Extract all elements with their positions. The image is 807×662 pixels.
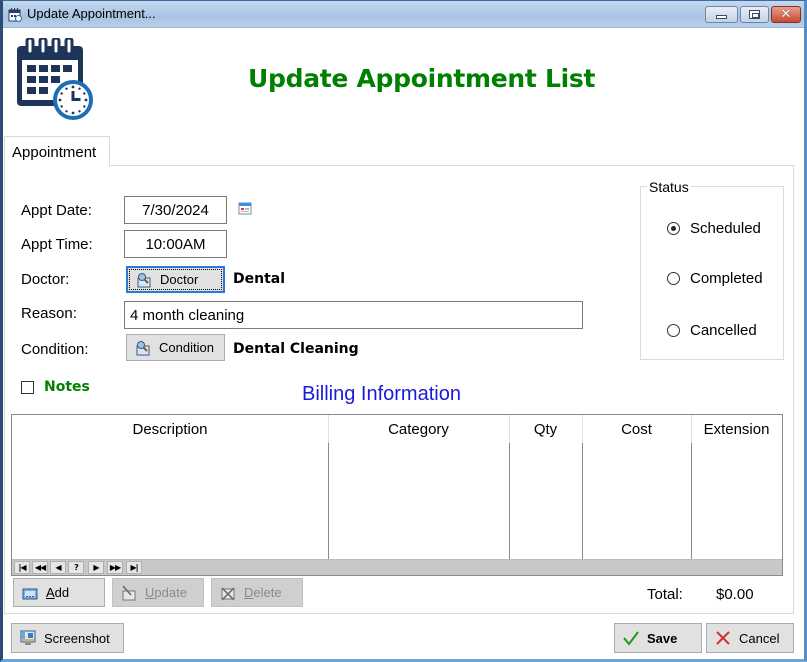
nav-first-button[interactable]: |◀ — [14, 561, 30, 574]
calendar-clock-icon — [17, 38, 93, 120]
page-title: Update Appointment List — [248, 64, 596, 93]
question-icon: ? — [74, 563, 79, 572]
doctor-value: Dental — [233, 271, 286, 287]
prev-icon: ◀ — [55, 563, 61, 572]
nav-last-button[interactable]: ▶| — [126, 561, 142, 574]
reason-input[interactable]: 4 month cleaning — [124, 301, 583, 329]
add-button[interactable]: Add — [13, 578, 105, 607]
reason-label: Reason: — [21, 305, 77, 322]
next-icon: ▶ — [93, 563, 99, 572]
total-value: $0.00 — [716, 586, 754, 603]
billing-title: Billing Information — [302, 383, 461, 405]
grid-navigator: |◀ ◀◀ ◀ ? ▶ ▶▶ ▶| — [12, 559, 782, 575]
appt-date-field[interactable]: 7/30/2024 — [124, 196, 227, 224]
doctor-label: Doctor: — [21, 271, 70, 288]
nav-next-button[interactable]: ▶ — [88, 561, 104, 574]
cancel-button[interactable]: Cancel — [706, 623, 794, 653]
save-button[interactable]: Save — [614, 623, 702, 653]
update-button-label: Update — [145, 585, 187, 600]
calendar-icon — [8, 8, 22, 22]
date-picker-icon[interactable] — [238, 201, 252, 215]
tab-appointment-label: Appointment — [12, 144, 97, 161]
delete-button[interactable]: Delete — [211, 578, 303, 607]
lookup-icon — [137, 272, 151, 287]
maximize-icon — [749, 10, 760, 19]
appt-time-field[interactable]: 10:00AM — [124, 230, 227, 258]
column-divider — [509, 443, 510, 559]
notes-checkbox[interactable] — [21, 381, 34, 394]
status-scheduled-label: Scheduled — [690, 220, 761, 237]
billing-grid[interactable]: Description Category Qty Cost Extension … — [11, 414, 783, 576]
screenshot-icon — [20, 630, 36, 645]
x-icon — [716, 631, 730, 645]
column-divider — [328, 415, 329, 443]
column-divider — [328, 443, 329, 559]
screenshot-button-label: Screenshot — [44, 630, 110, 646]
doctor-lookup-button[interactable]: Doctor — [126, 266, 225, 293]
title-bar[interactable]: Update Appointment... ✕ — [3, 1, 804, 28]
close-button[interactable]: ✕ — [771, 6, 801, 23]
cancel-button-label: Cancel — [739, 630, 780, 646]
delete-button-label: Delete — [244, 585, 282, 600]
column-divider — [509, 415, 510, 443]
condition-button-label: Condition — [159, 340, 214, 355]
last-icon: ▶| — [130, 563, 138, 572]
column-header-cost[interactable]: Cost — [582, 421, 691, 438]
doctor-button-label: Doctor — [160, 272, 199, 287]
first-icon: |◀ — [18, 563, 26, 572]
nav-next-page-button[interactable]: ▶▶ — [107, 561, 123, 574]
minimize-button[interactable] — [705, 6, 738, 23]
column-divider — [691, 443, 692, 559]
delete-icon — [221, 586, 235, 601]
screenshot-button[interactable]: Screenshot — [11, 623, 124, 653]
status-cancelled-label: Cancelled — [690, 322, 757, 339]
add-button-label: Add — [46, 585, 70, 600]
condition-lookup-button[interactable]: Condition — [126, 334, 225, 361]
condition-value: Dental Cleaning — [233, 341, 359, 357]
add-row-icon — [22, 588, 38, 599]
appt-time-label: Appt Time: — [21, 236, 93, 253]
radio-selected-icon — [667, 222, 680, 235]
status-completed-radio[interactable]: Completed — [667, 270, 763, 287]
lookup-icon — [136, 340, 150, 355]
radio-unselected-icon — [667, 324, 680, 337]
minimize-icon — [716, 14, 727, 19]
status-title: Status — [647, 179, 691, 195]
appt-date-label: Appt Date: — [21, 202, 92, 219]
column-header-extension[interactable]: Extension — [691, 421, 782, 438]
next-page-icon: ▶▶ — [109, 563, 121, 572]
column-header-qty[interactable]: Qty — [509, 421, 582, 438]
nav-find-button[interactable]: ? — [68, 561, 84, 574]
condition-label: Condition: — [21, 341, 89, 358]
total-label: Total: — [647, 586, 683, 603]
column-divider — [691, 415, 692, 443]
column-header-description[interactable]: Description — [12, 421, 328, 438]
save-button-label: Save — [647, 630, 678, 646]
column-header-category[interactable]: Category — [328, 421, 509, 438]
prev-page-icon: ◀◀ — [34, 563, 46, 572]
maximize-button[interactable] — [740, 6, 769, 23]
radio-unselected-icon — [667, 272, 680, 285]
window-title: Update Appointment... — [27, 6, 156, 21]
notes-label[interactable]: Notes — [44, 379, 90, 395]
nav-prev-page-button[interactable]: ◀◀ — [32, 561, 48, 574]
nav-prev-button[interactable]: ◀ — [50, 561, 66, 574]
checkmark-icon — [623, 631, 639, 646]
tab-appointment[interactable]: Appointment — [4, 136, 110, 166]
status-completed-label: Completed — [690, 270, 763, 287]
column-divider — [582, 415, 583, 443]
column-divider — [582, 443, 583, 559]
edit-icon — [122, 585, 136, 600]
status-scheduled-radio[interactable]: Scheduled — [667, 220, 761, 237]
close-icon: ✕ — [780, 7, 792, 22]
update-button[interactable]: Update — [112, 578, 204, 607]
status-cancelled-radio[interactable]: Cancelled — [667, 322, 757, 339]
